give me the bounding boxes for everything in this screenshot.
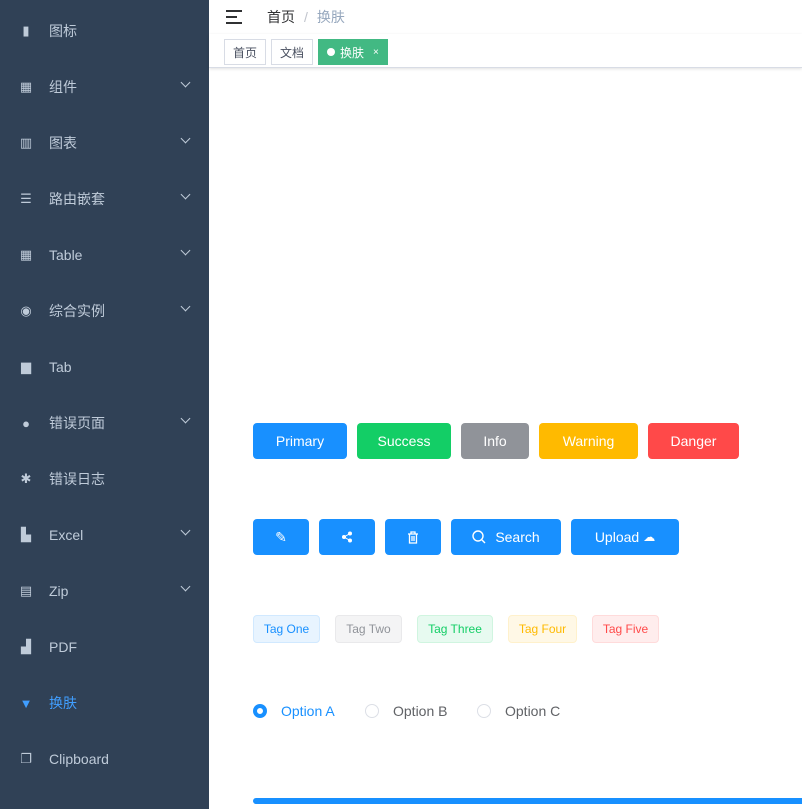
sidebar-item-label: 换肤 xyxy=(49,695,77,711)
tag-home[interactable]: 首页 xyxy=(224,39,267,65)
sidebar-item-icons[interactable]: ▮ 图标 xyxy=(0,3,209,59)
cloud-upload-icon: ☁ xyxy=(643,530,656,544)
sidebar-item-excel[interactable]: ▙ Excel xyxy=(0,507,209,563)
radio-unchecked-icon xyxy=(477,704,491,718)
sidebar-item-error-pages[interactable]: ● 错误页面 xyxy=(0,395,209,451)
radio-option-c[interactable]: Option C xyxy=(477,703,560,719)
tab-icon: ▆ xyxy=(21,359,31,374)
chevron-down-icon xyxy=(180,77,191,88)
bug-icon: ✱ xyxy=(20,471,32,486)
radio-option-a[interactable]: Option A xyxy=(253,703,335,719)
tag-label: 换肤 xyxy=(340,45,365,60)
sidebar-item-theme[interactable]: ▼ 换肤 xyxy=(0,675,209,731)
component-icon: ▦ xyxy=(19,79,33,94)
search-icon xyxy=(472,530,486,544)
radio-unchecked-icon xyxy=(365,704,379,718)
sidebar-item-label: 图表 xyxy=(49,135,77,151)
breadcrumb-home[interactable]: 首页 xyxy=(267,9,295,25)
tag-two: Tag Two xyxy=(335,615,402,643)
sidebar-item-label: Excel xyxy=(49,527,84,543)
sidebar-item-nested[interactable]: ☰ 路由嵌套 xyxy=(0,171,209,227)
edit-icon: ✎ xyxy=(275,528,287,545)
sidebar-item-error-log[interactable]: ✱ 错误日志 xyxy=(0,451,209,507)
chevron-down-icon xyxy=(180,413,191,424)
sidebar-item-label: 错误日志 xyxy=(49,471,105,487)
sidebar-item-pdf[interactable]: ▟ PDF xyxy=(0,619,209,675)
primary-button[interactable]: Primary xyxy=(253,423,347,459)
radio-label: Option B xyxy=(393,703,448,719)
search-button[interactable]: Search xyxy=(451,519,561,555)
nested-icon: ☰ xyxy=(20,191,32,206)
active-dot-icon xyxy=(327,48,335,56)
sidebar-item-example[interactable]: ◉ 综合实例 xyxy=(0,283,209,339)
tag-theme[interactable]: 换肤 × xyxy=(318,39,388,65)
search-label: Search xyxy=(495,529,540,545)
sidebar-item-label: 综合实例 xyxy=(49,303,105,319)
sidebar: ▮ 图标 ▦ 组件 ▥ 图表 ☰ 路由嵌套 ▦ Table ◉ 综合实例 ▆ Tab ● 错误页… xyxy=(0,0,209,809)
sidebar-item-label: 错误页面 xyxy=(49,415,105,431)
radio-label: Option C xyxy=(505,703,561,719)
tag-docs[interactable]: 文档 xyxy=(271,39,314,65)
edit-button[interactable]: ✎ xyxy=(253,519,309,555)
sidebar-item-label: Clipboard xyxy=(49,751,109,767)
404-icon: ● xyxy=(22,415,30,431)
sidebar-item-charts[interactable]: ▥ 图表 xyxy=(0,115,209,171)
sidebar-item-zip[interactable]: ▤ Zip xyxy=(0,563,209,619)
success-button[interactable]: Success xyxy=(357,423,451,459)
radio-label: Option A xyxy=(281,703,335,719)
tag-label: 首页 xyxy=(233,45,258,60)
trash-icon xyxy=(408,530,418,544)
tag-three: Tag Three xyxy=(417,615,493,643)
share-icon xyxy=(342,531,352,543)
sidebar-item-table[interactable]: ▦ Table xyxy=(0,227,209,283)
sidebar-item-label: 路由嵌套 xyxy=(49,191,105,207)
warning-button[interactable]: Warning xyxy=(539,423,638,459)
progress-bar xyxy=(253,798,802,804)
chevron-down-icon xyxy=(180,301,191,312)
navbar: 首页 / 换肤 xyxy=(209,0,802,34)
icon-icon: ▮ xyxy=(22,23,30,38)
tag-one: Tag One xyxy=(253,615,320,643)
hamburger-icon[interactable] xyxy=(226,10,242,24)
danger-button[interactable]: Danger xyxy=(648,423,739,459)
upload-label: Upload xyxy=(594,529,640,545)
info-button[interactable]: Info xyxy=(461,423,529,459)
tag-label: 文档 xyxy=(280,45,305,60)
sidebar-item-label: Tab xyxy=(49,359,72,375)
sidebar-item-label: 组件 xyxy=(49,79,77,95)
tag-four: Tag Four xyxy=(508,615,577,643)
upload-button[interactable]: Upload ☁ xyxy=(571,519,679,555)
chart-icon: ▥ xyxy=(19,135,33,150)
tags-view: 首页 文档 换肤 × xyxy=(209,34,802,68)
pdf-icon: ▟ xyxy=(21,639,31,654)
sidebar-item-label: PDF xyxy=(49,639,77,655)
example-icon: ◉ xyxy=(20,303,32,318)
sidebar-item-label: Zip xyxy=(49,583,69,599)
sidebar-item-tab[interactable]: ▆ Tab xyxy=(0,339,209,395)
sidebar-item-label: Table xyxy=(49,247,83,263)
share-button[interactable] xyxy=(319,519,375,555)
chevron-down-icon xyxy=(180,581,191,592)
chevron-down-icon xyxy=(180,189,191,200)
chevron-down-icon xyxy=(180,525,191,536)
theme-icon: ▼ xyxy=(19,695,33,711)
close-icon[interactable]: × xyxy=(373,47,379,58)
sidebar-item-components[interactable]: ▦ 组件 xyxy=(0,59,209,115)
chevron-down-icon xyxy=(180,133,191,144)
table-icon: ▦ xyxy=(19,247,33,262)
breadcrumb-current: 换肤 xyxy=(316,9,345,25)
breadcrumb: 首页 / 换肤 xyxy=(267,9,345,25)
tag-five: Tag Five xyxy=(592,615,659,643)
clipboard-icon: ❐ xyxy=(20,751,32,766)
zip-icon: ▤ xyxy=(19,583,33,598)
delete-button[interactable] xyxy=(385,519,441,555)
radio-option-b[interactable]: Option B xyxy=(365,703,447,719)
sidebar-item-label: 图标 xyxy=(49,23,77,39)
chevron-down-icon xyxy=(180,245,191,256)
sidebar-item-clipboard[interactable]: ❐ Clipboard xyxy=(0,731,209,787)
excel-icon: ▙ xyxy=(21,527,31,542)
radio-checked-icon xyxy=(253,704,267,718)
